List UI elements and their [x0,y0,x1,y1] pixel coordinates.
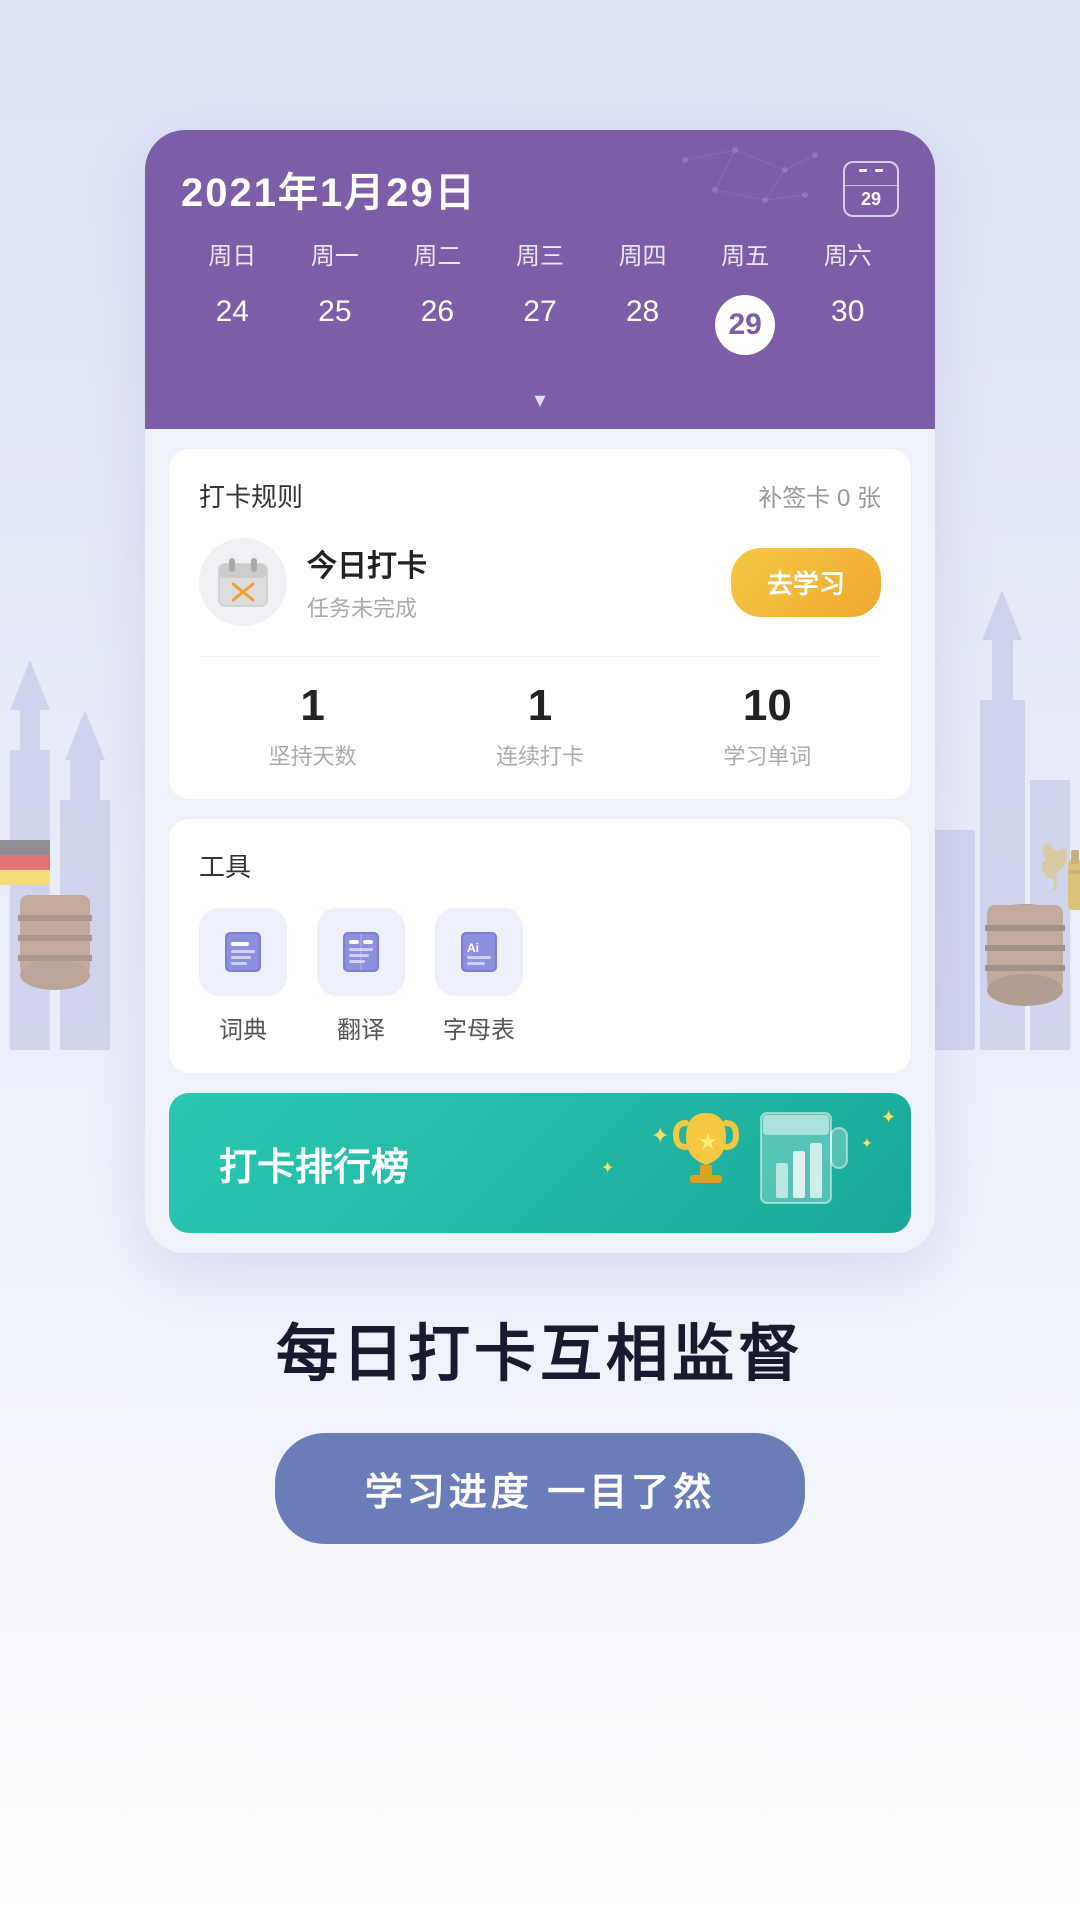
stats-row: 1 坚持天数 1 连续打卡 10 学习单词 [199,656,881,771]
stat-num-3: 10 [654,681,881,731]
stat-label-1: 坚持天数 [269,744,357,769]
bottom-section: 每日打卡互相监督 学习进度 一目了然 [275,1253,806,1604]
weekday-mon: 周一 [284,236,387,271]
svg-text:✦: ✦ [881,1107,896,1127]
svg-text:★: ★ [698,1129,718,1154]
today-punch-row: 今日打卡 任务未完成 去学习 [199,538,881,626]
calendar-icon-num: 29 [861,189,881,210]
tool-dictionary[interactable]: 词典 [199,908,287,1045]
svg-text:✦: ✦ [651,1123,669,1148]
ranking-text: 打卡排行榜 [169,1136,409,1191]
tools-section: 工具 词典 [169,819,911,1073]
date-29-active[interactable]: 29 [694,285,797,365]
weekday-fri: 周五 [694,236,797,271]
svg-text:Ai: Ai [467,941,479,955]
bottom-cta-button[interactable]: 学习进度 一目了然 [275,1433,806,1544]
punch-card-section: 打卡规则 补签卡 0 张 今日打卡 任 [169,449,911,799]
punch-rules-title: 打卡规则 [199,477,303,514]
alphabet-icon: Ai [457,930,501,974]
svg-text:✦: ✦ [861,1135,873,1151]
tool-label-translate: 翻译 [337,1010,385,1045]
bottom-title: 每日打卡互相监督 [276,1303,804,1393]
date-25[interactable]: 25 [284,285,387,365]
translate-icon [339,930,383,974]
weekday-wed: 周三 [489,236,592,271]
ranking-graphic: ✦ ✦ ✦ ✦ [591,1093,911,1233]
phone-card: 2021年1月29日 29 周日 周一 周二 周三 周四 周五 周六 24 [145,130,935,1253]
punch-calendar-icon [217,556,269,608]
tool-icon-wrap-dict [199,908,287,996]
weekday-tue: 周二 [386,236,489,271]
stat-label-3: 学习单词 [723,744,811,769]
content-area: 打卡规则 补签卡 0 张 今日打卡 任 [145,429,935,1253]
supplement-info: 补签卡 0 张 [758,478,881,513]
stat-consecutive-punch: 1 连续打卡 [426,681,653,771]
weekday-thu: 周四 [591,236,694,271]
tool-icon-wrap-translate [317,908,405,996]
date-26[interactable]: 26 [386,285,489,365]
weekday-row: 周日 周一 周二 周三 周四 周五 周六 [181,236,899,271]
section-header: 打卡规则 补签卡 0 张 [199,477,881,514]
calendar-header: 2021年1月29日 29 周日 周一 周二 周三 周四 周五 周六 24 [145,130,935,429]
punch-icon-wrap [199,538,287,626]
svg-text:✦: ✦ [601,1160,614,1177]
today-punch-title: 今日打卡 [307,541,731,585]
weekday-sat: 周六 [796,236,899,271]
punch-info: 今日打卡 任务未完成 [307,541,731,623]
date-24[interactable]: 24 [181,285,284,365]
stat-num-2: 1 [426,681,653,731]
dictionary-icon [221,930,265,974]
tool-icon-wrap-alphabet: Ai [435,908,523,996]
tool-translate[interactable]: 翻译 [317,908,405,1045]
weekday-sun: 周日 [181,236,284,271]
tool-alphabet[interactable]: Ai 字母表 [435,908,523,1045]
go-study-button[interactable]: 去学习 [731,548,881,617]
tool-label-dictionary: 词典 [219,1010,267,1045]
today-punch-sub: 任务未完成 [307,591,731,623]
stat-num-1: 1 [199,681,426,731]
date-28[interactable]: 28 [591,285,694,365]
ranking-illustration: ✦ ✦ ✦ ✦ [591,1093,911,1233]
calendar-icon-button[interactable]: 29 [843,161,899,217]
stat-persist-days: 1 坚持天数 [199,681,426,771]
stat-label-2: 连续打卡 [496,744,584,769]
ranking-banner[interactable]: 打卡排行榜 ✦ ✦ ✦ ✦ [169,1093,911,1233]
tool-label-alphabet: 字母表 [443,1010,515,1045]
date-27[interactable]: 27 [489,285,592,365]
tools-title: 工具 [199,847,881,884]
date-30[interactable]: 30 [796,285,899,365]
tools-row: 词典 [199,908,881,1045]
date-row: 24 25 26 27 28 29 30 [181,285,899,379]
stat-words-learned: 10 学习单词 [654,681,881,771]
calendar-title: 2021年1月29日 [181,160,477,218]
expand-calendar-icon[interactable]: ▾ [534,387,545,413]
